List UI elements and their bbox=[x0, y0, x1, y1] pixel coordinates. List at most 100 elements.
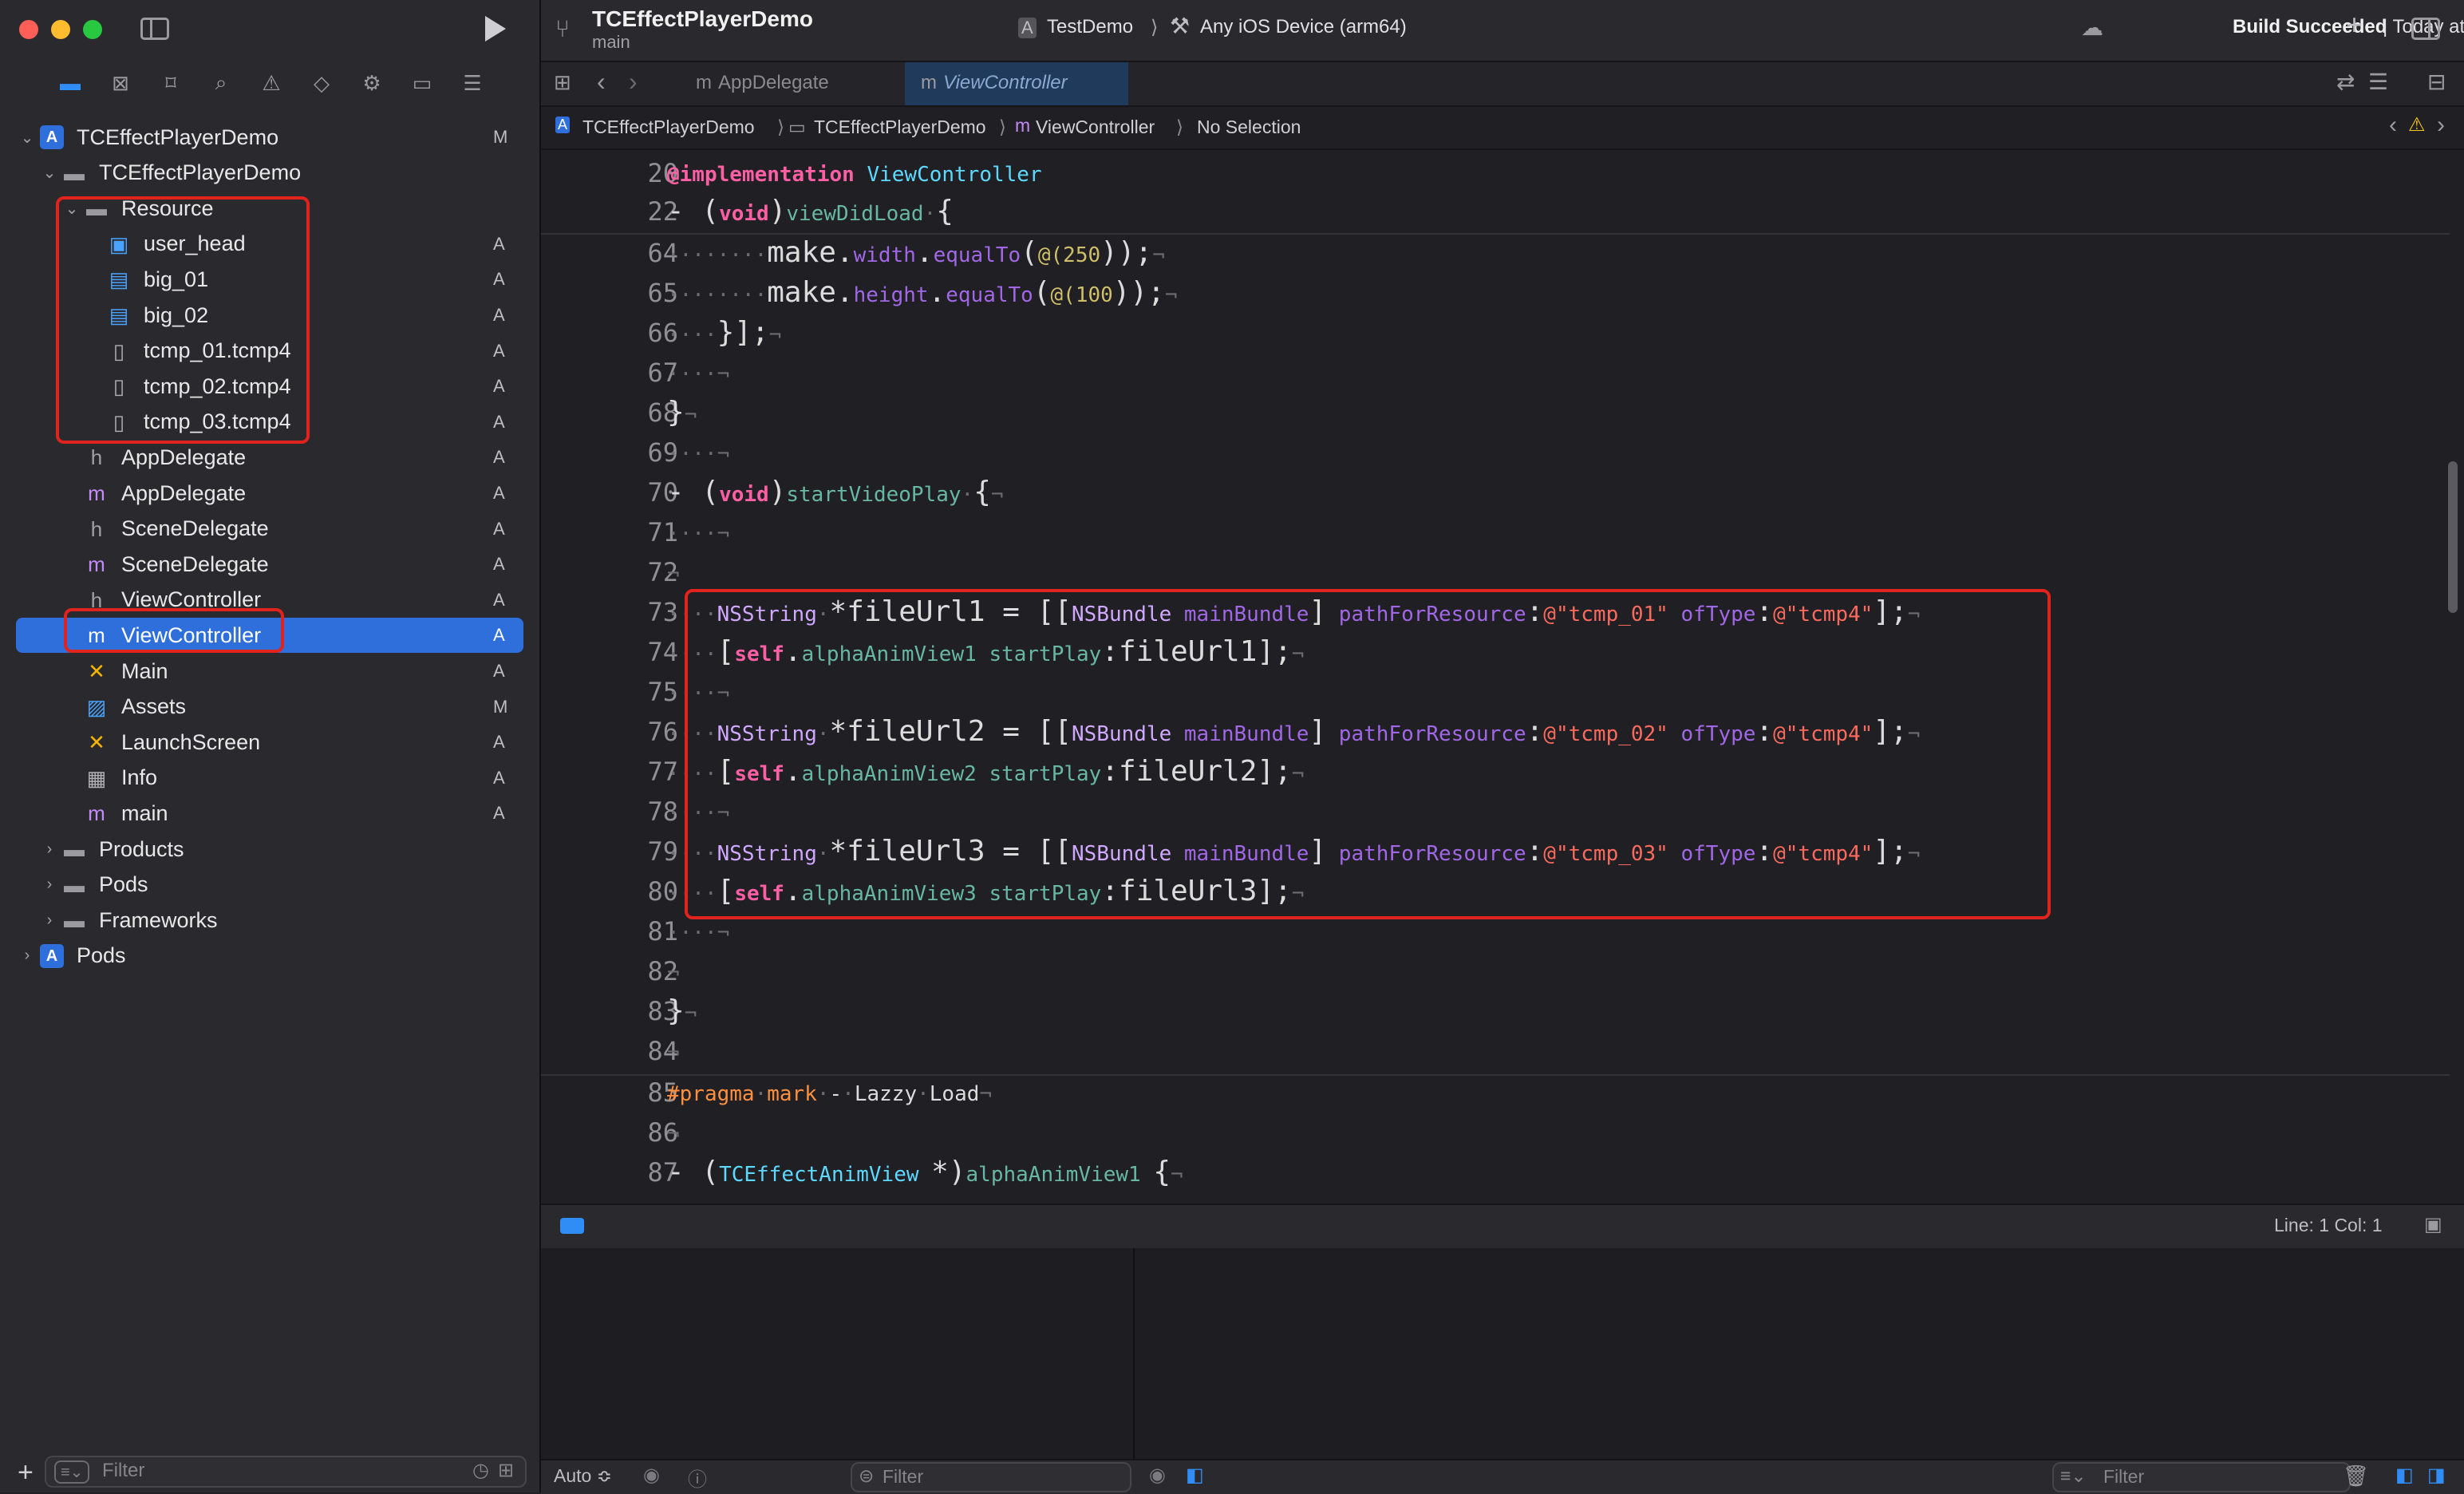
folder-icon: ▬ bbox=[64, 837, 85, 861]
minimize-window-button[interactable] bbox=[51, 20, 70, 39]
tab-appdelegate[interactable]: m AppDelegate bbox=[680, 62, 903, 105]
report-icon[interactable]: ☰ bbox=[458, 71, 487, 96]
debug-spray-icon[interactable]: ⚙ bbox=[357, 71, 386, 96]
navigator-item[interactable]: ⌄ ▬ TCEffectPlayerDemo bbox=[0, 156, 539, 191]
recent-files-icon[interactable]: ◷ bbox=[472, 1459, 489, 1482]
navigator-item[interactable]: ▨ Assets M bbox=[0, 690, 539, 725]
folder-icon: ▬ bbox=[64, 160, 85, 185]
keyword: void bbox=[719, 483, 769, 507]
navigator-item[interactable]: › A Pods bbox=[0, 939, 539, 974]
add-icon[interactable]: + bbox=[18, 1457, 34, 1488]
navigator-item-label: TCEffectPlayerDemo bbox=[99, 160, 302, 185]
destination-selector[interactable]: Any iOS Device (arm64) bbox=[1200, 16, 1407, 38]
line-number: 79 bbox=[647, 836, 678, 867]
line-number: 77 bbox=[647, 757, 678, 787]
show-console-icon[interactable]: ◨ bbox=[2427, 1464, 2446, 1487]
console-filter-field[interactable]: ≡⌄ Filter bbox=[2052, 1462, 2351, 1492]
breakpoints-toggle-icon[interactable] bbox=[560, 1218, 584, 1234]
breadcrumb-project[interactable]: TCEffectPlayerDemo bbox=[582, 117, 755, 138]
invisible-indent: ···· bbox=[667, 362, 717, 386]
objc-file-icon: m bbox=[921, 72, 937, 93]
folder-navigator-icon[interactable]: ▬ bbox=[56, 71, 85, 96]
eye-icon[interactable]: ◉ bbox=[643, 1464, 660, 1487]
navigator-item[interactable]: › ▬ Frameworks bbox=[0, 903, 539, 938]
toggle-sidebar-icon[interactable] bbox=[140, 18, 169, 40]
run-button[interactable] bbox=[485, 16, 506, 42]
zoom-window-button[interactable] bbox=[83, 20, 102, 39]
editor-scrollbar-thumb[interactable] bbox=[2448, 461, 2458, 613]
filter-options-icon[interactable]: ≡⌄ bbox=[54, 1460, 90, 1484]
bookmark-icon[interactable]: ⌑ bbox=[156, 71, 185, 96]
navigator-item[interactable]: ▦ Info A bbox=[0, 761, 539, 796]
paren: ( bbox=[701, 195, 720, 227]
show-variables-icon[interactable]: ◧ bbox=[2395, 1464, 2414, 1487]
navigator-item[interactable]: m SceneDelegate A bbox=[0, 547, 539, 582]
test-diamond-icon[interactable]: ◇ bbox=[307, 71, 336, 96]
variables-filter-field[interactable]: ⊜ Filter bbox=[851, 1462, 1131, 1492]
navigator-filter-field[interactable]: ≡⌄ Filter ◷ ⊞ bbox=[45, 1456, 527, 1488]
navigator-item[interactable]: h SceneDelegate A bbox=[0, 512, 539, 547]
trash-icon[interactable]: 🗑 bbox=[2343, 1464, 2369, 1488]
breakpoint-icon[interactable]: ▭ bbox=[408, 71, 436, 96]
add-library-icon[interactable]: + bbox=[2346, 8, 2363, 42]
close-window-button[interactable] bbox=[19, 20, 38, 39]
invisible-indent: ···· bbox=[667, 442, 717, 466]
navigator-item[interactable]: m main A bbox=[0, 796, 539, 831]
navigator-item[interactable]: ✕ Main A bbox=[0, 654, 539, 689]
info-icon[interactable]: ⓘ bbox=[688, 1464, 707, 1492]
preprocessor-directive: #pragma bbox=[667, 1082, 755, 1106]
console-view[interactable] bbox=[1135, 1248, 2464, 1459]
swap-icon[interactable]: ⇄ bbox=[2336, 69, 2355, 95]
source-control-icon[interactable]: ⊠ bbox=[106, 71, 135, 96]
toggle-inspector-icon[interactable] bbox=[2411, 18, 2440, 40]
issue-warning-icon[interactable]: ⚠ bbox=[257, 71, 286, 96]
source-editor[interactable]: 20 @implementation ViewController 22 - (… bbox=[541, 150, 2450, 1204]
navigator-item[interactable]: h AppDelegate A bbox=[0, 440, 539, 475]
scheme-selector[interactable]: TestDemo bbox=[1047, 16, 1133, 38]
eye-icon[interactable]: ◉ bbox=[1149, 1464, 1166, 1487]
breadcrumb-group[interactable]: TCEffectPlayerDemo bbox=[814, 117, 986, 138]
variables-scope-selector[interactable]: Auto ≎ bbox=[554, 1465, 612, 1487]
code-line: 81 ····¬ bbox=[541, 915, 2450, 955]
editor-options-icon[interactable]: ☰ bbox=[2368, 69, 2388, 95]
hide-debug-area-icon[interactable]: ▣ bbox=[2424, 1213, 2442, 1236]
navigator-item[interactable]: › ▬ Pods bbox=[0, 868, 539, 903]
disclosure-open-icon[interactable]: ⌄ bbox=[19, 128, 35, 148]
navigator-item[interactable]: ✕ LaunchScreen A bbox=[0, 725, 539, 760]
paren: ( bbox=[1021, 236, 1038, 269]
navigator-selector-bar: ▬ ⊠ ⌑ ⌕ ⚠ ◇ ⚙ ▭ ☰ bbox=[56, 69, 487, 97]
breadcrumb-file[interactable]: ViewController bbox=[1036, 117, 1155, 138]
code-line: 71 ····¬ bbox=[541, 516, 2450, 555]
code-line: 65 ········make.height.equalTo(@(100));¬ bbox=[541, 276, 2450, 316]
disclosure-closed-icon[interactable]: › bbox=[19, 947, 35, 965]
navigator-item[interactable]: m AppDelegate A bbox=[0, 476, 539, 511]
console-toggle-icon[interactable]: ◧ bbox=[1186, 1464, 1204, 1487]
navigator-item[interactable]: ⌄ A TCEffectPlayerDemo M bbox=[0, 120, 539, 155]
navigator-item[interactable]: › ▬ Products bbox=[0, 832, 539, 867]
tab-viewcontroller[interactable]: m ViewController bbox=[905, 62, 1128, 105]
split-editor-icon[interactable]: ⊟ bbox=[2427, 69, 2446, 95]
disclosure-open-icon[interactable]: ⌄ bbox=[41, 163, 57, 183]
folder-icon: ▭ bbox=[788, 117, 806, 137]
newline-marker: ¬ bbox=[684, 1002, 697, 1026]
next-issue-icon[interactable]: › bbox=[2437, 112, 2445, 139]
line-number: 73 bbox=[647, 597, 678, 627]
source-control-status: A bbox=[493, 554, 505, 575]
code-text: } bbox=[667, 396, 685, 429]
back-arrow-icon[interactable]: ‹ bbox=[597, 67, 606, 97]
previous-issue-icon[interactable]: ‹ bbox=[2389, 112, 2397, 139]
search-icon[interactable]: ⌕ bbox=[207, 70, 235, 96]
disclosure-closed-icon[interactable]: › bbox=[41, 840, 57, 859]
disclosure-closed-icon[interactable]: › bbox=[41, 875, 57, 894]
dot: . bbox=[928, 276, 946, 309]
dot: . bbox=[835, 236, 854, 269]
forward-arrow-icon[interactable]: › bbox=[629, 67, 638, 97]
warning-icon[interactable]: ⚠ bbox=[2408, 113, 2426, 136]
disclosure-closed-icon[interactable]: › bbox=[41, 911, 57, 930]
brace: { bbox=[1153, 1156, 1171, 1188]
breadcrumb-symbol[interactable]: No Selection bbox=[1197, 117, 1301, 138]
source-control-filter-icon[interactable]: ⊞ bbox=[498, 1459, 514, 1482]
app-target-icon: A bbox=[1018, 18, 1037, 38]
source-control-status: A bbox=[493, 625, 505, 646]
related-items-icon[interactable]: ⊞ bbox=[554, 70, 571, 95]
